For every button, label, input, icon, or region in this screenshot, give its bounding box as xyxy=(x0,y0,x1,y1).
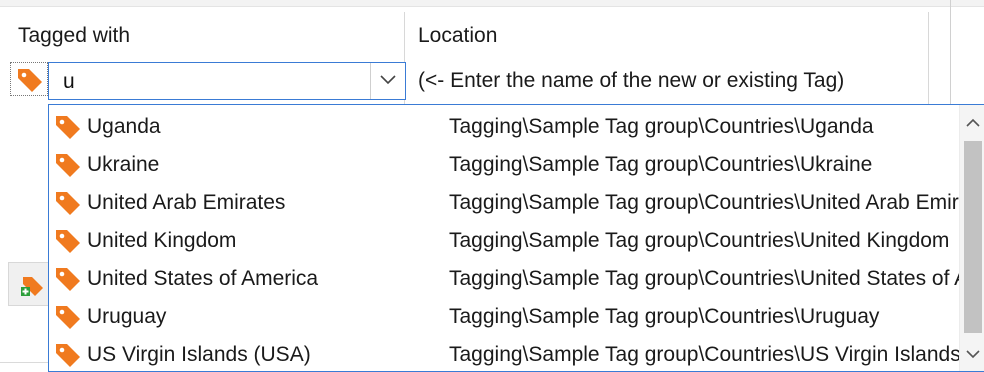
tag-icon xyxy=(53,302,83,330)
add-tag-icon xyxy=(19,271,47,299)
tag-name: US Virgin Islands (USA) xyxy=(87,343,311,366)
tag-icon xyxy=(53,112,83,140)
tag-path: Tagging\Sample Tag group\Countries\Unite… xyxy=(449,229,950,252)
column-divider[interactable] xyxy=(928,12,929,104)
divider xyxy=(0,362,48,363)
tag-path: Tagging\Sample Tag group\Countries\Ugand… xyxy=(449,115,874,138)
vertical-scrollbar[interactable] xyxy=(959,105,984,371)
tag-suggestion-list[interactable]: Uganda Tagging\Sample Tag group\Countrie… xyxy=(48,104,984,372)
list-item[interactable]: Ukraine Tagging\Sample Tag group\Countri… xyxy=(49,146,959,184)
tag-name: Ukraine xyxy=(87,153,160,176)
list-item[interactable]: Uganda Tagging\Sample Tag group\Countrie… xyxy=(49,108,959,146)
tag-path: Tagging\Sample Tag group\Countries\Urugu… xyxy=(449,305,880,328)
column-header-location[interactable]: Location xyxy=(410,14,928,62)
tag-path: Tagging\Sample Tag group\Countries\Unite… xyxy=(449,267,959,290)
tag-path: Tagging\Sample Tag group\Countries\Ukrai… xyxy=(449,153,873,176)
tag-name: United States of America xyxy=(87,267,319,290)
tag-combobox[interactable] xyxy=(48,62,406,101)
list-item[interactable]: United States of America Tagging\Sample … xyxy=(49,260,959,298)
tag-search-input[interactable] xyxy=(61,63,365,101)
tag-icon xyxy=(53,340,83,368)
tag-icon xyxy=(53,226,83,254)
tag-name: Uganda xyxy=(87,115,161,138)
tag-icon xyxy=(53,188,83,216)
current-tag-cell[interactable] xyxy=(10,62,48,96)
chevron-down-icon xyxy=(380,72,396,90)
tag-name: Uruguay xyxy=(87,305,167,328)
column-header-label: Location xyxy=(418,24,498,47)
column-header-tagged-with[interactable]: Tagged with xyxy=(10,14,404,62)
column-header-label: Tagged with xyxy=(18,24,131,47)
tag-entry-hint: (<- Enter the name of the new or existin… xyxy=(418,69,845,92)
tag-path: Tagging\Sample Tag group\Countries\Unite… xyxy=(449,191,959,214)
tag-icon xyxy=(53,150,83,178)
add-tag-button[interactable] xyxy=(8,262,48,306)
tag-name: United Kingdom xyxy=(87,229,237,252)
scrollbar-thumb[interactable] xyxy=(964,141,982,333)
scroll-up-icon[interactable] xyxy=(960,107,984,137)
dropdown-toggle-button[interactable] xyxy=(370,63,405,99)
list-item[interactable]: United Arab Emirates Tagging\Sample Tag … xyxy=(49,184,959,222)
tag-icon xyxy=(53,264,83,292)
top-border xyxy=(0,0,984,7)
tag-path: Tagging\Sample Tag group\Countries\US Vi… xyxy=(449,343,959,366)
scroll-down-icon[interactable] xyxy=(960,339,984,369)
list-item[interactable]: US Virgin Islands (USA) Tagging\Sample T… xyxy=(49,336,959,371)
list-item[interactable]: United Kingdom Tagging\Sample Tag group\… xyxy=(49,222,959,260)
tag-name: United Arab Emirates xyxy=(87,191,286,214)
list-item[interactable]: Uruguay Tagging\Sample Tag group\Countri… xyxy=(49,298,959,336)
tag-icon xyxy=(15,65,45,93)
